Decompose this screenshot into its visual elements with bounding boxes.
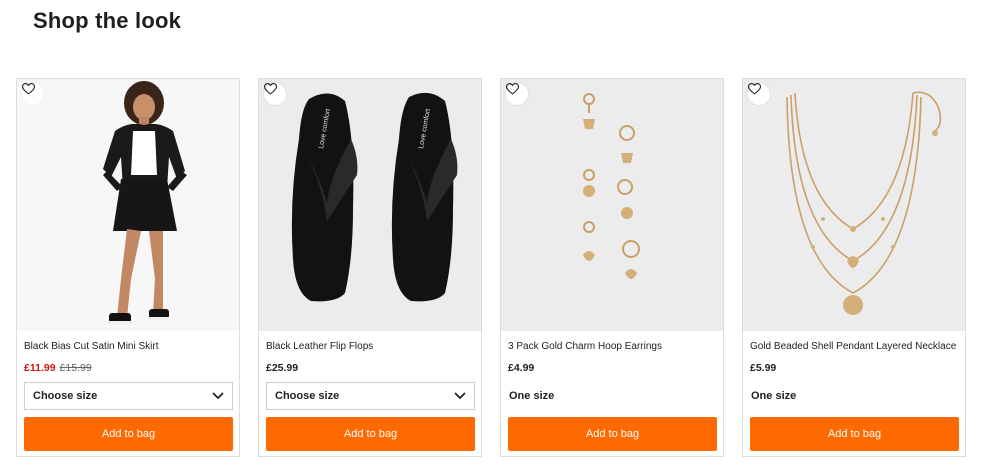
product-name[interactable]: Gold Beaded Shell Pendant Layered Neckla…: [750, 341, 958, 355]
price-row: £5.99: [750, 362, 958, 378]
size-select-label: Choose size: [275, 390, 340, 402]
flip-flops-illustration: Love comfort Love comfort: [259, 79, 481, 331]
price: £4.99: [508, 362, 535, 374]
heart-icon: [506, 83, 519, 95]
product-image[interactable]: [17, 79, 239, 331]
product-card: Love comfort Love comfort Black Leather …: [258, 78, 482, 457]
size-label: One size: [509, 390, 555, 402]
price-row: £11.99 £15.99: [24, 362, 232, 378]
price-row: £4.99: [508, 362, 716, 378]
product-image[interactable]: [501, 79, 723, 331]
was-price: £15.99: [59, 362, 92, 374]
heart-icon: [264, 83, 277, 95]
sale-price: £11.99: [24, 362, 56, 374]
add-to-bag-button[interactable]: Add to bag: [24, 417, 233, 451]
size-select[interactable]: Choose size: [24, 382, 233, 410]
product-grid: Black Bias Cut Satin Mini Skirt £11.99 £1…: [16, 78, 966, 457]
product-name[interactable]: Black Leather Flip Flops: [266, 341, 474, 355]
wishlist-heart-button[interactable]: [22, 83, 44, 105]
product-name[interactable]: 3 Pack Gold Charm Hoop Earrings: [508, 341, 716, 355]
model-skirt-illustration: [17, 79, 239, 331]
chevron-down-icon: [454, 392, 466, 400]
product-image[interactable]: Love comfort Love comfort: [259, 79, 481, 331]
product-name[interactable]: Black Bias Cut Satin Mini Skirt: [24, 341, 232, 355]
product-card: Gold Beaded Shell Pendant Layered Neckla…: [742, 78, 966, 457]
add-to-bag-button[interactable]: Add to bag: [750, 417, 959, 451]
size-label: One size: [751, 390, 797, 402]
necklace-illustration: [743, 79, 965, 331]
price: £25.99: [266, 362, 299, 374]
price-row: £25.99: [266, 362, 474, 378]
product-image[interactable]: [743, 79, 965, 331]
section-title: Shop the look: [33, 8, 182, 33]
wishlist-heart-button[interactable]: [264, 83, 286, 105]
chevron-down-icon: [212, 392, 224, 400]
heart-icon: [22, 83, 35, 95]
heart-icon: [748, 83, 761, 95]
product-card: 3 Pack Gold Charm Hoop Earrings £4.99 On…: [500, 78, 724, 457]
add-to-bag-button[interactable]: Add to bag: [266, 417, 475, 451]
wishlist-heart-button[interactable]: [506, 83, 528, 105]
product-card: Black Bias Cut Satin Mini Skirt £11.99 £1…: [16, 78, 240, 457]
earrings-illustration: [501, 79, 723, 331]
add-to-bag-button[interactable]: Add to bag: [508, 417, 717, 451]
wishlist-heart-button[interactable]: [748, 83, 770, 105]
price: £5.99: [750, 362, 777, 374]
size-select-label: Choose size: [33, 390, 98, 402]
size-select[interactable]: Choose size: [266, 382, 475, 410]
